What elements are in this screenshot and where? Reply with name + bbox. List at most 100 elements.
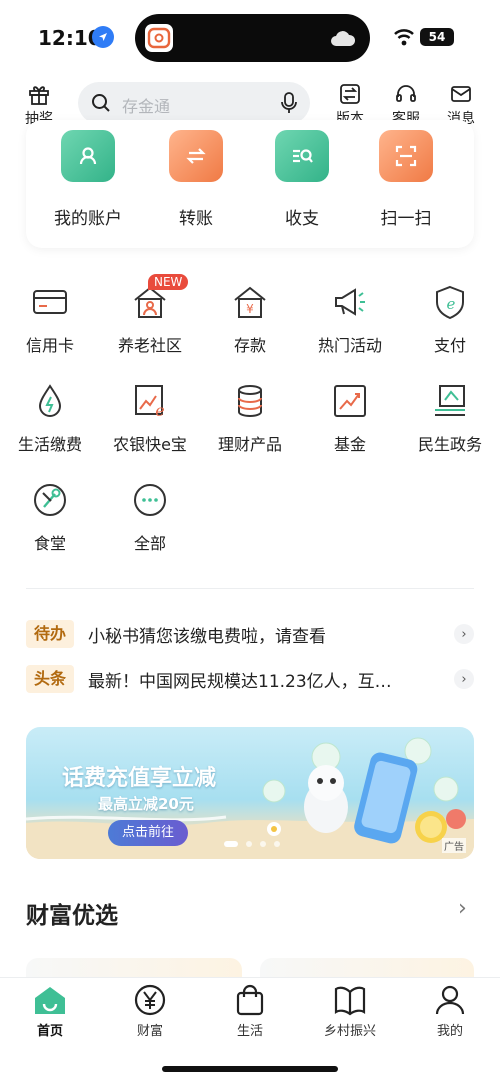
grid-item-label: 存款 [233,336,266,355]
grid-item-deposit[interactable]: ¥ 存款 [200,282,300,356]
quick-action-income-expense[interactable]: 收支 [252,130,352,229]
grid-item-credit-card[interactable]: 信用卡 [0,282,100,356]
grid-item-label: 全部 [133,534,166,553]
grid-item-label: 生活缴费 [17,435,82,454]
carousel-dot-active [224,841,238,847]
tab-rural[interactable]: 乡村振兴 [310,984,390,1039]
carousel-dots [224,841,280,847]
tab-label: 乡村振兴 [323,1024,376,1039]
more-icon [130,480,170,520]
grid-item-label: 民生政务 [417,435,482,454]
banner-subtitle: 最高立减20元 [98,795,194,813]
coin-stack-icon [230,381,270,421]
credit-card-icon [30,282,70,322]
wifi-icon [394,29,414,46]
quick-action-scan[interactable]: 扫一扫 [356,130,456,229]
quick-action-label: 转账 [179,209,213,229]
yuan-icon [134,984,166,1016]
grid-item-label: 信用卡 [25,336,74,355]
grid-item-elderly-community[interactable]: 养老社区 [100,282,200,356]
quick-action-label: 收支 [285,209,319,229]
quick-action-label: 扫一扫 [380,209,432,229]
banner-cta-button[interactable]: 点击前往 [108,820,189,846]
notice-headline[interactable]: 头条 最新！中国网民规模达11.23亿人，互… › [26,665,474,695]
notice-text: 最新！中国网民规模达11.23亿人，互… [88,672,392,692]
carousel-dot [274,841,280,847]
tab-label: 生活 [236,1024,263,1039]
search-icon [92,94,110,112]
income-expense-icon [275,130,329,182]
quick-action-label: 我的账户 [54,209,122,229]
home-icon [35,987,65,1014]
deposit-icon: ¥ [230,282,270,322]
gift-icon [29,86,49,105]
carousel-dot [246,841,252,847]
tab-label: 财富 [136,1024,163,1039]
grid-item-utility-payment[interactable]: 生活缴费 [0,381,100,455]
section-arrow-icon[interactable]: › [458,896,467,921]
quick-action-account[interactable]: 我的账户 [38,130,138,229]
grid-item-label: 农银快e宝 [113,435,187,454]
government-icon [430,381,470,421]
rural-book-icon [334,986,366,1016]
grid-item-funds[interactable]: 基金 [300,381,400,455]
app-screen: { "status_bar": {"time": "12:10", "batte… [0,0,500,1084]
banner-illustration [26,737,474,859]
tab-label: 首页 [36,1024,63,1039]
grid-item-label: 基金 [333,435,366,454]
grid-item-wealth-products[interactable]: 理财产品 [200,381,300,455]
megaphone-icon [330,282,370,322]
profile-icon [435,985,465,1015]
new-badge: NEW [148,274,189,290]
quick-action-transfer[interactable]: 转账 [146,130,246,229]
tab-wealth[interactable]: 财富 [110,984,190,1039]
version-switch-icon [340,84,360,104]
divider [26,588,474,589]
search-input[interactable]: 存金通 [78,82,310,124]
canteen-icon [30,480,70,520]
svg-text:e: e [155,401,164,420]
mail-icon [451,86,471,102]
battery-indicator: 54 [420,28,454,46]
quick-actions-card: 我的账户 转账 收支 扫一扫 [26,120,474,248]
shopping-bag-icon [236,984,264,1016]
tab-life[interactable]: 生活 [210,984,290,1039]
location-arrow-icon [92,26,114,48]
e-treasure-icon: e [130,381,170,421]
grid-item-payment[interactable]: e 支付 [400,282,500,356]
dynamic-island [135,14,370,62]
search-placeholder: 存金通 [122,97,171,116]
chevron-right-icon[interactable]: › [454,669,474,689]
tab-label: 我的 [436,1024,463,1039]
svg-text:¥: ¥ [246,302,254,316]
status-bar: 12:10 54 [0,0,500,72]
grid-item-canteen[interactable]: 食堂 [0,480,100,554]
grid-item-government[interactable]: 民生政务 [400,381,500,455]
tab-profile[interactable]: 我的 [410,984,490,1039]
promo-banner[interactable]: 话费充值享立减 最高立减20元 点击前往 广告 [26,727,474,859]
account-icon [61,130,115,182]
chevron-right-icon[interactable]: › [454,624,474,644]
grid-item-label: 食堂 [33,534,66,553]
grid-item-all[interactable]: 全部 [100,480,200,554]
grid-item-label: 热门活动 [317,336,382,355]
carousel-dot [260,841,266,847]
app-activity-icon [145,24,173,52]
svg-text:e: e [447,295,456,313]
tab-home[interactable]: 首页 [10,984,90,1039]
notice-tag: 头条 [26,665,75,693]
banner-title: 话费充值享立减 [62,766,217,791]
microphone-icon[interactable] [278,91,300,115]
fund-chart-icon [330,381,370,421]
grid-item-hot-events[interactable]: 热门活动 [300,282,400,356]
grid-item-label: 理财产品 [217,435,282,454]
utility-drop-icon [30,381,70,421]
grid-item-label: 支付 [433,336,466,355]
notice-todo[interactable]: 待办 小秘书猜您该缴电费啦，请查看 › [26,620,474,650]
transfer-icon [169,130,223,182]
grid-item-e-treasure[interactable]: e 农银快e宝 [100,381,200,455]
cloud-icon [331,31,356,46]
headset-icon [396,85,416,102]
scan-icon [379,130,433,182]
section-title: 财富优选 [26,903,118,929]
